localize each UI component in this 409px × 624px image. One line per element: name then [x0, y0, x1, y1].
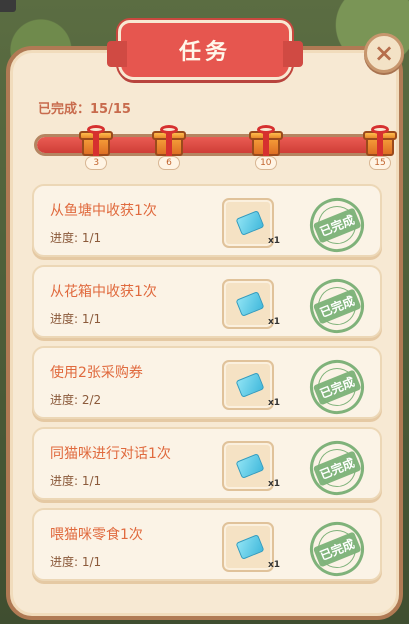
completed-stamp-text: 已完成	[312, 207, 362, 243]
milestone-value: 6	[157, 156, 180, 170]
task-progress: 进度: 1/1	[50, 231, 102, 245]
ticket-icon	[235, 372, 265, 398]
task-title: 从花箱中收获1次	[50, 284, 157, 300]
task-title: 喂猫咪零食1次	[50, 527, 143, 543]
milestone-reward[interactable]: 6	[151, 125, 187, 170]
gift-box-icon	[151, 125, 186, 156]
task-title: 同猫咪进行对话1次	[50, 446, 171, 462]
task-list: 从鱼塘中收获1次 进度: 1/1 x1 已完成 从花箱中收获1次 进度: 1/1…	[32, 184, 382, 589]
close-button[interactable]: ×	[364, 33, 404, 73]
reward-slot[interactable]: x1	[222, 522, 280, 572]
panel-title: 任务	[178, 40, 231, 65]
milestone-value: 15	[369, 156, 391, 170]
task-item: 从鱼塘中收获1次 进度: 1/1 x1 已完成	[32, 184, 382, 261]
completed-stamp-text: 已完成	[312, 369, 362, 405]
completed-stamp: 已完成	[301, 189, 373, 261]
completed-stamp-text: 已完成	[312, 288, 362, 324]
task-progress: 进度: 1/1	[50, 474, 102, 488]
milestone-value: 10	[254, 156, 277, 170]
reward-quantity: x1	[268, 479, 281, 489]
reward-quantity: x1	[268, 236, 281, 246]
milestone-value: 3	[85, 156, 108, 170]
task-title: 使用2张采购券	[50, 365, 143, 381]
reward-slot[interactable]: x1	[222, 360, 280, 410]
task-progress: 进度: 1/1	[50, 555, 102, 569]
task-title: 从鱼塘中收获1次	[50, 203, 157, 219]
close-icon: ×	[373, 39, 395, 67]
reward-slot[interactable]: x1	[222, 279, 280, 329]
gift-box-icon	[79, 125, 114, 156]
gift-box-icon	[248, 125, 283, 156]
milestone-reward[interactable]: 10	[248, 125, 284, 170]
completed-stamp-text: 已完成	[312, 531, 362, 567]
task-progress: 进度: 1/1	[50, 312, 102, 326]
title-banner: 任务	[107, 20, 303, 80]
ticket-icon	[235, 534, 265, 560]
reward-slot[interactable]: x1	[222, 441, 280, 491]
task-item: 从花箱中收获1次 进度: 1/1 x1 已完成	[32, 265, 382, 342]
completion-summary: 已完成：15/15	[38, 98, 131, 117]
completed-stamp-text: 已完成	[312, 450, 362, 486]
reward-quantity: x1	[268, 560, 281, 570]
reward-quantity: x1	[268, 398, 281, 408]
status-indicator	[0, 0, 16, 12]
completion-value: 15/15	[90, 102, 131, 117]
completed-stamp: 已完成	[301, 270, 373, 342]
completed-stamp: 已完成	[301, 351, 373, 423]
task-progress: 进度: 2/2	[50, 393, 102, 407]
completed-stamp: 已完成	[301, 432, 373, 504]
completed-stamp: 已完成	[301, 513, 373, 585]
gift-box-icon	[363, 125, 397, 156]
ticket-icon	[235, 453, 265, 479]
reward-slot[interactable]: x1	[222, 198, 280, 248]
ticket-icon	[235, 291, 265, 317]
ticket-icon	[235, 210, 265, 236]
milestone-reward[interactable]: 3	[78, 125, 114, 170]
task-item: 使用2张采购券 进度: 2/2 x1 已完成	[32, 346, 382, 423]
task-item: 喂猫咪零食1次 进度: 1/1 x1 已完成	[32, 508, 382, 585]
completion-label: 已完成：	[38, 102, 91, 117]
task-item: 同猫咪进行对话1次 进度: 1/1 x1 已完成	[32, 427, 382, 504]
reward-quantity: x1	[268, 317, 281, 327]
milestone-reward[interactable]: 15	[362, 125, 398, 170]
